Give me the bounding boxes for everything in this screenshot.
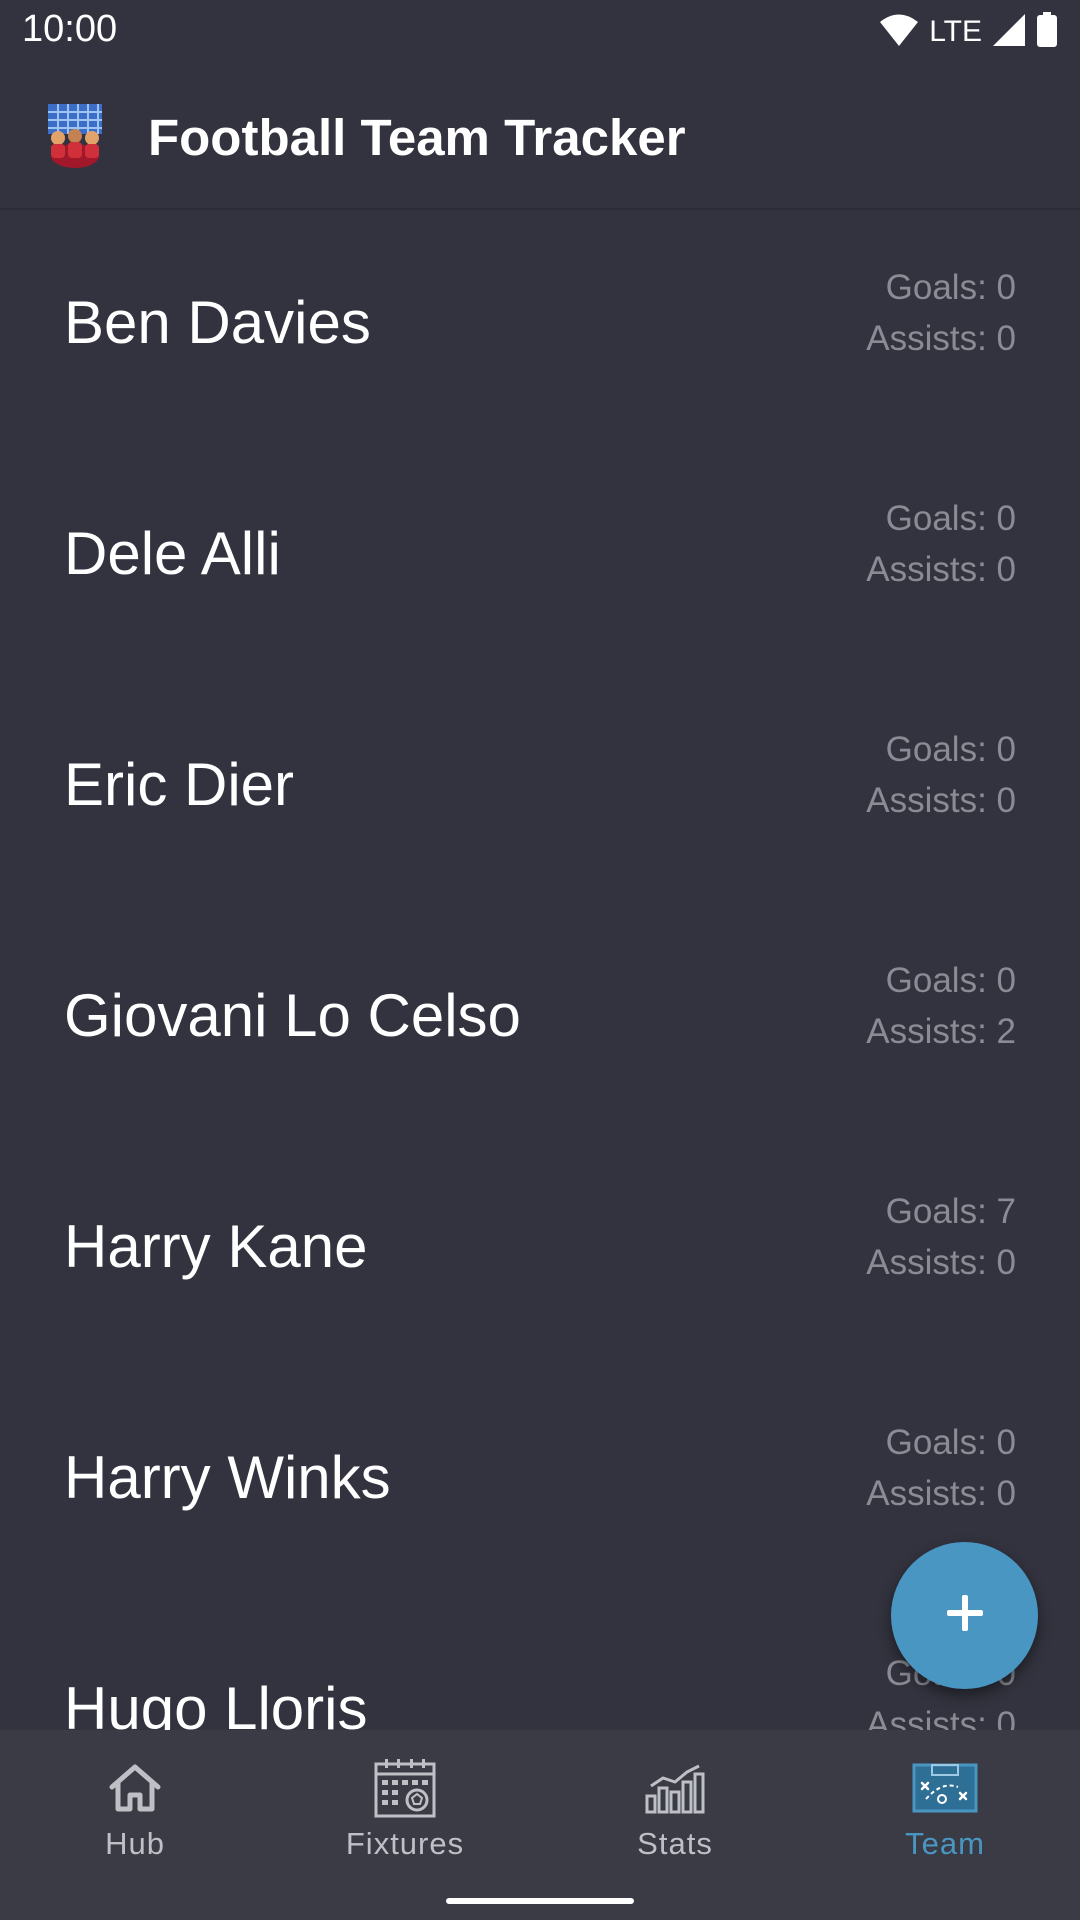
player-list-item[interactable]: Eric Dier Goals: 0 Assists: 0	[0, 672, 1080, 903]
assists-count: Assists: 2	[866, 1012, 1016, 1051]
home-icon	[100, 1758, 170, 1818]
goals-count: Goals: 0	[885, 961, 1016, 1000]
player-name: Harry Winks	[64, 1444, 391, 1511]
goals-count: Goals: 0	[885, 1423, 1016, 1462]
plus-icon	[945, 1593, 985, 1638]
player-stats: Goals: 0 Assists: 0	[866, 1417, 1016, 1519]
calendar-icon	[370, 1758, 440, 1818]
home-indicator[interactable]	[446, 1898, 634, 1904]
assists-count: Assists: 0	[866, 1243, 1016, 1282]
tactics-board-icon	[910, 1758, 980, 1818]
player-list: Ben Davies Goals: 0 Assists: 0 Dele Alli…	[0, 210, 1080, 1730]
player-list-item[interactable]: Dele Alli Goals: 0 Assists: 0	[0, 441, 1080, 672]
player-stats: Goals: 0 Assists: 2	[866, 955, 1016, 1057]
player-name: Giovani Lo Celso	[64, 982, 521, 1049]
goals-count: Goals: 0	[885, 268, 1016, 307]
player-stats: Goals: 7 Assists: 0	[866, 1186, 1016, 1288]
nav-item-stats[interactable]: Stats	[540, 1730, 810, 1880]
goals-count: Goals: 0	[885, 730, 1016, 769]
nav-label: Team	[905, 1826, 985, 1861]
goals-count: Goals: 7	[885, 1192, 1016, 1231]
add-player-button[interactable]	[891, 1542, 1038, 1689]
cellular-signal-icon	[992, 13, 1026, 52]
goals-count: Goals: 0	[885, 499, 1016, 538]
player-name: Dele Alli	[64, 520, 281, 587]
player-stats: Goals: 0 Assists: 0	[866, 493, 1016, 595]
assists-count: Assists: 0	[866, 781, 1016, 820]
player-stats: Goals: 0 Assists: 0	[866, 262, 1016, 364]
page-title: Football Team Tracker	[148, 109, 686, 166]
player-stats: Goals: 0 Assists: 0	[866, 724, 1016, 826]
player-name: Ben Davies	[64, 289, 371, 356]
player-name: Harry Kane	[64, 1213, 368, 1280]
chart-icon	[640, 1758, 710, 1818]
nav-label: Hub	[105, 1826, 165, 1861]
assists-count: Assists: 0	[866, 319, 1016, 358]
wifi-icon	[879, 13, 919, 52]
status-time: 10:00	[22, 8, 118, 50]
player-name: Hugo Lloris	[64, 1675, 368, 1730]
player-list-item[interactable]: Giovani Lo Celso Goals: 0 Assists: 2	[0, 903, 1080, 1134]
nav-item-hub[interactable]: Hub	[0, 1730, 270, 1880]
bottom-navigation: Hub Fixtures Stats Team	[0, 1730, 1080, 1920]
nav-label: Stats	[637, 1826, 713, 1861]
nav-label: Fixtures	[345, 1826, 465, 1861]
status-bar: 10:00 LTE	[0, 0, 1080, 64]
status-icons: LTE	[879, 11, 1058, 53]
assists-count: Assists: 0	[866, 1705, 1016, 1730]
app-logo-icon	[44, 102, 106, 168]
battery-icon	[1036, 11, 1058, 53]
player-name: Eric Dier	[64, 751, 295, 818]
assists-count: Assists: 0	[866, 550, 1016, 589]
assists-count: Assists: 0	[866, 1474, 1016, 1513]
nav-item-fixtures[interactable]: Fixtures	[270, 1730, 540, 1880]
network-type-label: LTE	[929, 15, 982, 48]
player-list-item[interactable]: Harry Kane Goals: 7 Assists: 0	[0, 1134, 1080, 1365]
player-list-item[interactable]: Ben Davies Goals: 0 Assists: 0	[0, 210, 1080, 441]
nav-item-team[interactable]: Team	[810, 1730, 1080, 1880]
app-bar: Football Team Tracker	[0, 64, 1080, 210]
